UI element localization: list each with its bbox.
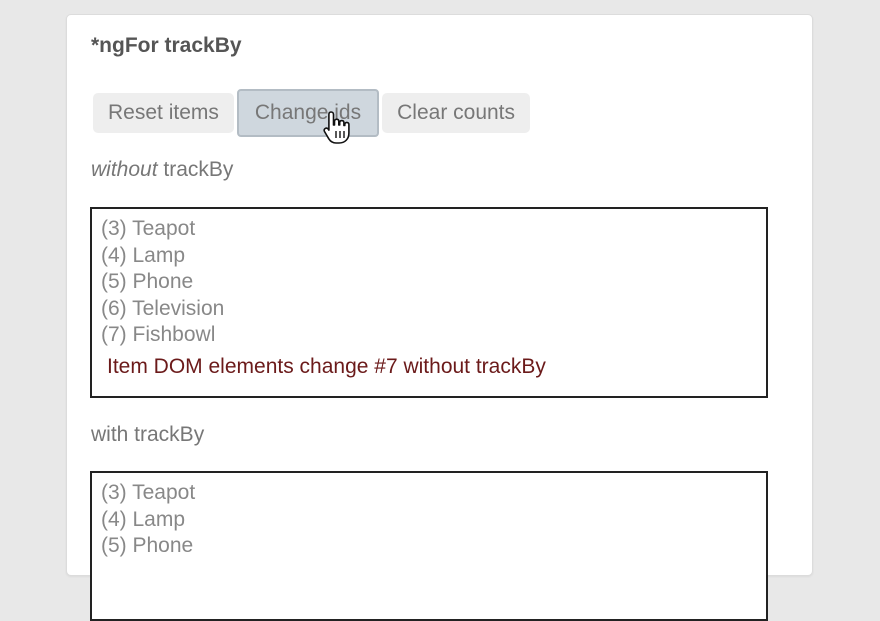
list-item: (4) Lamp xyxy=(101,507,186,531)
without-trackby-label: without trackBy xyxy=(91,158,233,182)
with-trackby-label: with trackBy xyxy=(91,423,205,446)
list-item: (5) Phone xyxy=(101,270,194,293)
list-item: (3) Teapot xyxy=(101,217,196,240)
without-trackby-list: (3) Teapot (4) Lamp (5) Phone (6) Televi… xyxy=(90,207,768,398)
with-trackby-list: (3) Teapot (4) Lamp (5) Phone xyxy=(90,471,768,621)
list-item: (5) Phone xyxy=(101,534,194,557)
list-item: (6) Television xyxy=(101,296,225,320)
clear-counts-button[interactable]: Clear counts xyxy=(382,93,531,133)
change-ids-button[interactable]: Change ids xyxy=(236,89,380,137)
without-em-text: without xyxy=(91,158,158,181)
list-item: (7) Fishbowl xyxy=(101,323,216,346)
button-row: Reset items Change ids Clear counts xyxy=(93,89,531,137)
page-title: *ngFor trackBy xyxy=(91,34,242,57)
trackby-demo-card: *ngFor trackBy Reset items Change ids Cl… xyxy=(66,14,813,621)
hand-cursor-icon xyxy=(323,111,350,144)
list-item: (3) Teapot xyxy=(101,481,196,504)
list-item: (4) Lamp xyxy=(101,243,186,267)
reset-items-button[interactable]: Reset items xyxy=(93,93,234,133)
dom-change-message: Item DOM elements change #7 without trac… xyxy=(107,354,546,378)
without-rest-text: trackBy xyxy=(157,158,234,181)
